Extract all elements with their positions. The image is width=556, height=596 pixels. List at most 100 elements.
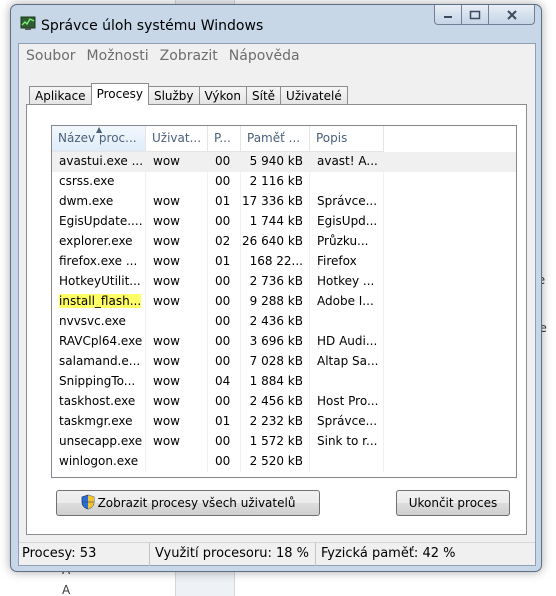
process-cpu-cell: 00: [208, 152, 241, 172]
process-row[interactable]: unsecapp.exe wow 00 1 572 kB Sink to r...: [52, 432, 516, 452]
process-list-body: avastui.exe ... wow 00 5 940 kB avast! A... c…: [52, 152, 516, 472]
process-cpu-cell-text: 00: [215, 454, 231, 468]
task-manager-window: Správce úloh systému Windows Soubor Možn…: [10, 4, 542, 572]
process-row[interactable]: salamand.e... wow 00 7 028 kB Altap Sa...: [52, 352, 516, 372]
process-row[interactable]: SnippingTo... wow 04 1 884 kB: [52, 372, 516, 392]
tab-sluzby[interactable]: Služby: [147, 86, 200, 105]
process-memory-cell: 2 232 kB: [241, 412, 310, 432]
process-row[interactable]: EgisUpdate.... wow 00 1 744 kB EgisUpd...: [52, 212, 516, 232]
process-user-cell: wow: [146, 252, 208, 272]
process-name-cell: salamand.e...: [52, 352, 146, 372]
process-name-cell-text: HotkeyUtilit...: [59, 274, 141, 288]
process-description-cell-text: Sink to r...: [317, 434, 378, 448]
process-cpu-cell-text: 00: [215, 354, 231, 368]
tab-aplikace[interactable]: Aplikace: [29, 86, 92, 105]
menu-napoveda[interactable]: Nápověda: [229, 48, 300, 64]
process-row[interactable]: RAVCpl64.exe wow 00 3 696 kB HD Audi...: [52, 332, 516, 352]
process-description-cell: Host Pro...: [310, 392, 384, 412]
process-memory-cell: 1 884 kB: [241, 372, 310, 392]
process-memory-cell: 2 456 kB: [241, 392, 310, 412]
column-header-cpu[interactable]: P...: [208, 126, 241, 152]
process-description-cell: [310, 312, 384, 332]
process-memory-cell-text: 17 336 kB: [242, 194, 303, 208]
maximize-button[interactable]: [462, 5, 489, 25]
process-user-cell-text: wow: [153, 214, 180, 228]
process-cpu-cell-text: 01: [215, 194, 231, 208]
title-bar[interactable]: Správce úloh systému Windows: [11, 5, 541, 43]
process-memory-cell: 5 940 kB: [241, 152, 310, 172]
process-user-cell: [146, 312, 208, 332]
process-memory-cell: 9 288 kB: [241, 292, 310, 312]
process-cpu-cell: 00: [208, 332, 241, 352]
process-row[interactable]: nvvsvc.exe 00 2 436 kB: [52, 312, 516, 332]
process-memory-cell-text: 2 520 kB: [249, 454, 303, 468]
process-row[interactable]: explorer.exe wow 02 26 640 kB Průzku...: [52, 232, 516, 252]
processes-tab-panel: ▲ Název proc... Uživat... P... Paměť ...…: [26, 104, 527, 535]
process-cpu-cell: 00: [208, 292, 241, 312]
process-row[interactable]: csrss.exe 00 2 116 kB: [52, 172, 516, 192]
process-user-cell: wow: [146, 192, 208, 212]
show-all-users-processes-label: Zobrazit procesy všech uživatelů: [97, 496, 296, 510]
menu-soubor[interactable]: Soubor: [26, 48, 76, 64]
menu-moznosti[interactable]: Možnosti: [87, 48, 149, 64]
menu-bar: Soubor Možnosti Zobrazit Nápověda: [19, 44, 535, 68]
process-row[interactable]: avastui.exe ... wow 00 5 940 kB avast! A...: [52, 152, 516, 172]
tab-procesy[interactable]: Procesy: [90, 83, 149, 105]
tab-vykon[interactable]: Výkon: [198, 86, 247, 105]
close-button[interactable]: [489, 5, 535, 25]
task-manager-app-icon: [20, 15, 36, 31]
process-description-cell-text: Firefox: [317, 254, 357, 268]
process-cpu-cell-text: 01: [215, 254, 231, 268]
process-list[interactable]: ▲ Název proc... Uživat... P... Paměť ...…: [51, 125, 517, 478]
column-header-description[interactable]: Popis: [310, 126, 384, 152]
process-user-cell: wow: [146, 412, 208, 432]
process-user-cell-text: wow: [153, 274, 180, 288]
process-row[interactable]: dwm.exe wow 01 17 336 kB Správce...: [52, 192, 516, 212]
process-memory-cell: 17 336 kB: [241, 192, 310, 212]
process-description-cell-text: Průzku...: [317, 234, 369, 248]
process-row[interactable]: firefox.exe ... wow 01 168 22... Firefox: [52, 252, 516, 272]
process-description-cell: Adobe I...: [310, 292, 384, 312]
column-header-name[interactable]: ▲ Název proc...: [52, 126, 146, 152]
process-cpu-cell-text: 00: [215, 314, 231, 328]
column-header-memory[interactable]: Paměť ...: [241, 126, 310, 152]
status-bar: Procesy: 53 Využití procesoru: 18 % Fyzi…: [19, 542, 535, 566]
process-user-cell-text: wow: [153, 414, 180, 428]
process-row[interactable]: winlogon.exe 00 2 520 kB: [52, 452, 516, 472]
tab-site[interactable]: Sítě: [246, 86, 282, 105]
process-name-cell: firefox.exe ...: [52, 252, 146, 272]
process-name-cell: csrss.exe: [52, 172, 146, 192]
process-row[interactable]: install_flash... wow 00 9 288 kB Adobe I...: [52, 292, 516, 312]
process-name-cell-text: avastui.exe ...: [59, 154, 144, 168]
process-memory-cell-text: 9 288 kB: [249, 294, 303, 308]
process-name-cell-text: winlogon.exe: [59, 454, 139, 468]
minimize-icon: [444, 15, 452, 18]
process-name-cell-text: RAVCpl64.exe: [59, 334, 143, 348]
process-name-cell-text: EgisUpdate....: [59, 214, 143, 228]
process-memory-cell-text: 2 116 kB: [249, 174, 303, 188]
column-header-user[interactable]: Uživat...: [146, 126, 208, 152]
process-row[interactable]: HotkeyUtilit... wow 00 2 736 kB Hotkey ...: [52, 272, 516, 292]
process-user-cell: wow: [146, 212, 208, 232]
show-all-users-processes-button[interactable]: Zobrazit procesy všech uživatelů: [56, 490, 320, 516]
process-user-cell-text: wow: [153, 374, 180, 388]
process-row[interactable]: taskmgr.exe wow 01 2 232 kB Správce...: [52, 412, 516, 432]
process-cpu-cell-text: 00: [215, 214, 231, 228]
process-description-cell-text: Host Pro...: [317, 394, 379, 408]
minimize-button[interactable]: [434, 5, 462, 25]
process-memory-cell-text: 2 456 kB: [249, 394, 303, 408]
tab-uzivatele[interactable]: Uživatelé: [280, 86, 348, 105]
process-cpu-cell-text: 00: [215, 294, 231, 308]
menu-zobrazit[interactable]: Zobrazit: [160, 48, 218, 64]
uac-shield-icon: [81, 494, 95, 513]
process-description-cell: Průzku...: [310, 232, 384, 252]
process-user-cell-text: wow: [153, 194, 180, 208]
process-memory-cell: 2 520 kB: [241, 452, 310, 472]
end-process-button[interactable]: Ukončit proces: [396, 490, 510, 516]
process-memory-cell: 3 696 kB: [241, 332, 310, 352]
process-description-cell-text: HD Audi...: [317, 334, 378, 348]
process-description-cell-text: Správce...: [317, 194, 378, 208]
process-row[interactable]: taskhost.exe wow 00 2 456 kB Host Pro...: [52, 392, 516, 412]
process-name-cell-text: firefox.exe ...: [59, 254, 138, 268]
process-user-cell-text: wow: [153, 254, 180, 268]
